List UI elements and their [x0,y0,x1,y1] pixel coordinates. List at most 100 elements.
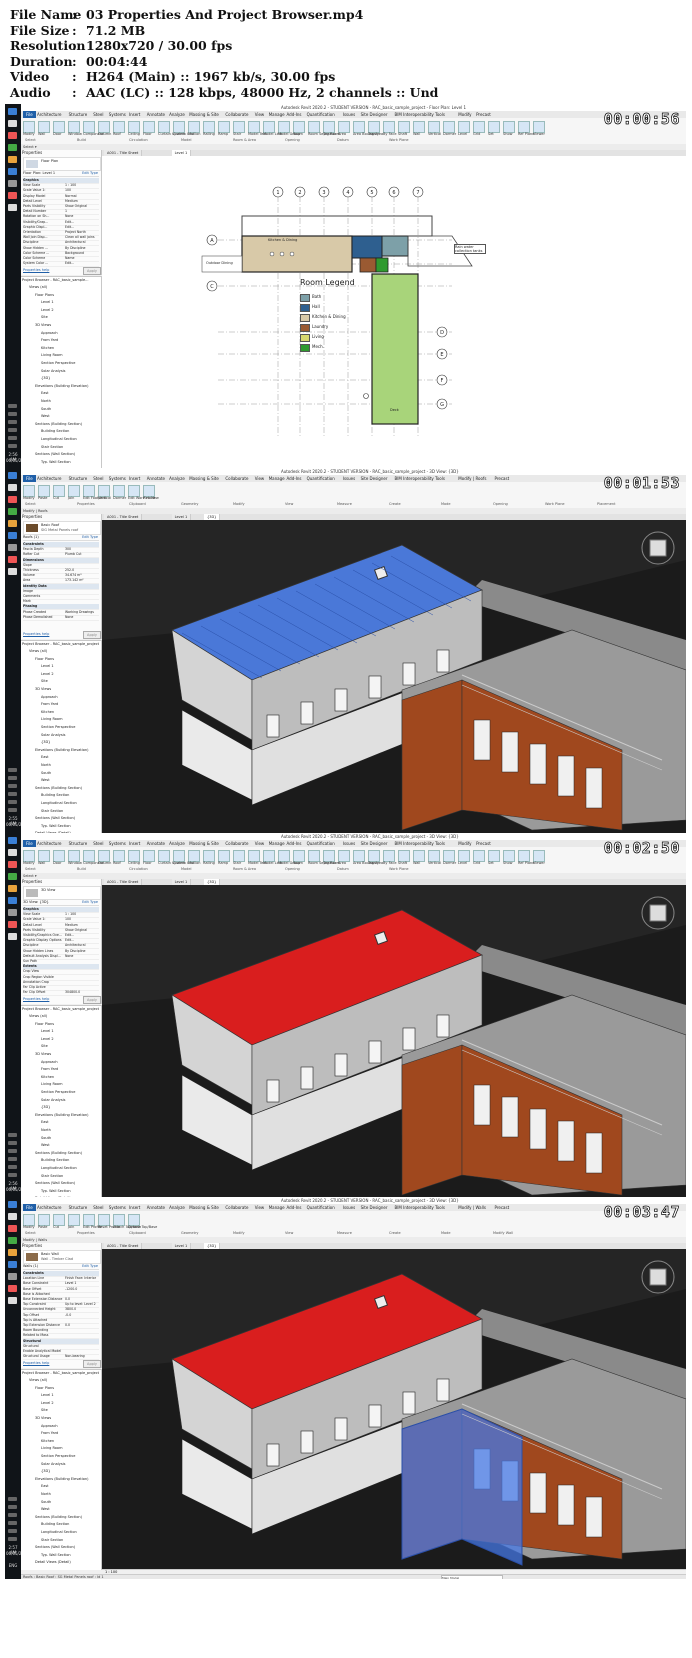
ribbon-tab[interactable]: View [255,840,265,847]
tray-icon[interactable] [8,412,17,416]
browser-tree-item[interactable]: Building Section [41,429,69,434]
browser-tree-item[interactable]: Elevations (Building Elevation) [35,384,89,389]
tray-icon[interactable] [8,1165,17,1169]
ribbon-tab[interactable]: Manage [269,1204,285,1211]
ribbon-tab[interactable]: BIM Interoperability Tools [395,840,445,847]
ribbon-tab[interactable]: Quantification [307,111,335,118]
property-value[interactable]: -1200.0 [65,1287,99,1291]
browser-tree-item[interactable]: Floor Plans [35,1386,54,1391]
tray-icon[interactable] [8,1513,17,1517]
browser-tree-item[interactable]: Sections (Wall Section) [35,816,75,821]
taskbar-app-icon[interactable] [8,180,17,187]
browser-tree-item[interactable]: {3D} [41,1469,50,1474]
browser-tree-item[interactable]: Living Room [41,1446,63,1451]
browser-tree-item[interactable]: Approach [41,695,58,700]
ribbon-button-label[interactable]: Modify [23,861,35,865]
browser-tree-item[interactable]: From Yard [41,1067,58,1072]
edit-type-button[interactable]: Edit Type [82,171,98,175]
ribbon-button-label[interactable]: Window [68,132,82,136]
ribbon-button-label[interactable]: Roof [113,861,121,865]
tray-icon[interactable] [8,784,17,788]
property-value[interactable]: By Discipline [65,246,99,250]
browser-tree-item[interactable]: Approach [41,1060,58,1065]
ribbon-tab[interactable]: View [255,1204,265,1211]
ribbon-button-label[interactable]: Grid [473,861,480,865]
property-value[interactable]: Edit... [65,261,99,265]
property-value[interactable]: Architectural [65,943,99,947]
property-value[interactable]: Show Original [65,928,99,932]
taskbar-app-icon[interactable] [8,484,17,491]
ribbon-button-label[interactable]: Tag Area [368,861,383,865]
browser-tree-item[interactable]: Typ. Wall Section [41,824,71,829]
browser-tree-item[interactable]: Kitchen [41,346,54,351]
property-value[interactable]: -0.0 [65,1313,99,1317]
browser-tree-item[interactable]: Sections (Wall Section) [35,452,75,457]
room-tag[interactable]: Outdoor Dining [206,261,233,265]
ribbon-button-label[interactable]: Grid [473,132,480,136]
property-value[interactable]: 34.674 m³ [65,573,99,577]
ribbon-button-label[interactable]: Room [293,861,303,865]
property-value[interactable]: Medium [65,923,99,927]
ribbon-button-label[interactable]: Detach Top/Base [128,1225,157,1229]
browser-tree-item[interactable]: Level 1 [41,664,54,669]
edit-type-button[interactable]: Edit Type [82,1264,98,1268]
browser-tree-item[interactable]: Elevations (Building Elevation) [35,748,89,753]
ribbon-button-label[interactable]: Area [338,132,346,136]
browser-tree-item[interactable]: Views (all) [29,1378,47,1383]
ribbon-button-label[interactable]: Shaft [398,132,407,136]
edit-type-button[interactable]: Edit Type [82,535,98,539]
tab-file[interactable]: File [23,111,36,118]
ribbon-tab[interactable]: Collaborate [225,111,248,118]
taskbar-app-icon[interactable] [8,520,17,527]
property-value[interactable]: 1 : 100 [65,183,99,187]
browser-tree-item[interactable]: Longitudinal Section [41,437,77,442]
taskbar-app-icon[interactable] [8,568,17,575]
property-value[interactable]: 173.142 m² [65,578,99,582]
taskbar-app-icon[interactable] [8,849,17,856]
browser-tree-item[interactable]: From Yard [41,702,58,707]
property-value[interactable]: By Discipline [65,949,99,953]
taskbar-app-icon[interactable] [8,496,17,503]
ribbon-tab[interactable]: BIM Interoperability Tools [395,111,445,118]
browser-tree-item[interactable]: Views (all) [29,649,47,654]
ribbon-button-label[interactable]: Show [503,861,512,865]
ribbon-tab[interactable]: Issues [343,840,355,847]
ribbon-tab[interactable]: Analyze [169,111,185,118]
tray-icon[interactable] [8,792,17,796]
property-value[interactable]: 304800.0 [65,990,99,994]
browser-tree-item[interactable]: Kitchen [41,1075,54,1080]
tray-icon[interactable] [8,1149,17,1153]
browser-tree-item[interactable]: Level 1 [41,1393,54,1398]
browser-tree-item[interactable]: Typ. Wall Section [41,1553,71,1558]
ribbon-tab[interactable]: Structure [69,1204,88,1211]
ribbon-button-label[interactable]: Vertical [428,132,441,136]
property-value[interactable]: Medium [65,199,99,203]
browser-tree-item[interactable]: Stair Section [41,1538,63,1543]
property-value[interactable]: 0.0 [65,1297,99,1301]
ribbon-tab[interactable]: BIM Interoperability Tools [395,1204,445,1211]
ribbon-button-label[interactable]: Modify [23,132,35,136]
browser-tree-item[interactable]: Typ. Wall Section [41,460,71,465]
browser-tree-item[interactable]: Floor Plans [35,1022,54,1027]
browser-tree-item[interactable]: 3D Views [35,1416,51,1421]
ribbon-tab[interactable]: Add-Ins [287,475,302,482]
ribbon-button-label[interactable]: Ceiling [128,132,140,136]
tray-icon[interactable] [8,776,17,780]
instance-selector[interactable]: Roofs (1) Edit Type [23,535,99,541]
tray-icon[interactable] [8,428,17,432]
browser-tree-item[interactable]: South [41,1136,51,1141]
ribbon-button-label[interactable]: Vertical [428,861,441,865]
ribbon-button-label[interactable]: Ramp [218,861,228,865]
taskbar-app-icon[interactable] [8,921,17,928]
properties-help-link[interactable]: Properties help [23,632,49,636]
browser-tree-item[interactable]: West [41,1507,50,1512]
property-value[interactable]: 100 [65,188,99,192]
room-tag[interactable]: Deck [390,408,399,412]
ribbon-button-label[interactable]: Level [458,861,467,865]
browser-tree-item[interactable]: Living Room [41,1082,63,1087]
ribbon-button-label[interactable]: Column [98,861,111,865]
ribbon-tab[interactable]: Quantification [307,1204,335,1211]
ribbon-tab[interactable]: Site Designer [361,475,388,482]
ribbon-button-label[interactable]: Room [293,132,303,136]
taskbar-app-icon[interactable] [8,1237,17,1244]
